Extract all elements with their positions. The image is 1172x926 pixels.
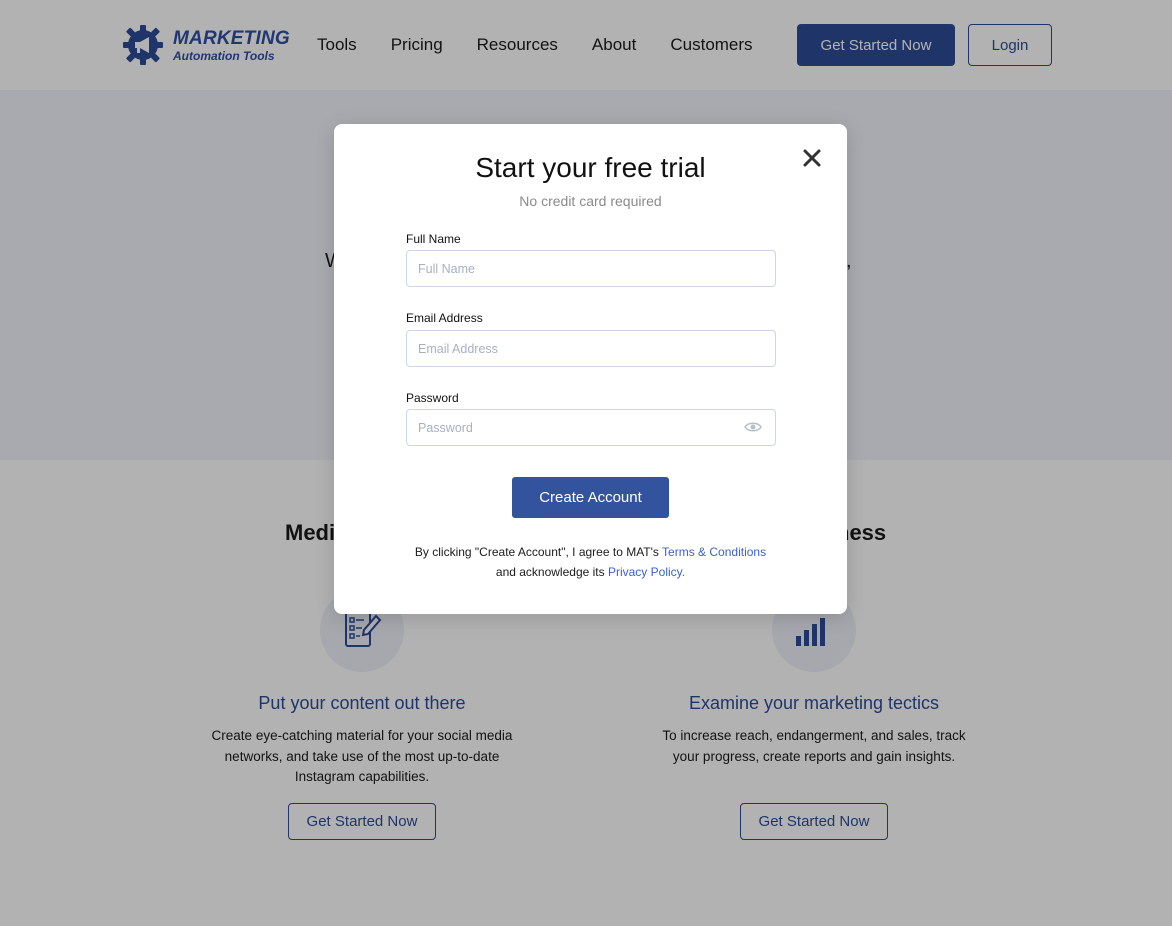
- page: MARKETING Automation Tools Tools Pricing…: [0, 0, 1172, 926]
- email-label: Email Address: [406, 311, 483, 325]
- create-account-button[interactable]: Create Account: [512, 477, 669, 518]
- signup-modal: Start your free trial No credit card req…: [334, 124, 847, 614]
- legal-middle: and acknowledge its: [495, 565, 608, 579]
- terms-link[interactable]: Terms & Conditions: [662, 545, 766, 559]
- modal-subtitle: No credit card required: [519, 193, 662, 209]
- legal-text: By clicking "Create Account", I agree to…: [334, 542, 847, 582]
- full-name-input[interactable]: [406, 250, 776, 287]
- modal-title: Start your free trial: [475, 152, 706, 183]
- eye-icon[interactable]: [744, 420, 762, 434]
- password-input[interactable]: [406, 409, 776, 446]
- legal-prefix: By clicking "Create Account", I agree to…: [414, 545, 663, 559]
- email-input[interactable]: [406, 330, 776, 367]
- password-label: Password: [406, 391, 459, 405]
- privacy-policy-link[interactable]: Privacy Policy.: [608, 565, 685, 579]
- full-name-label: Full Name: [406, 232, 461, 246]
